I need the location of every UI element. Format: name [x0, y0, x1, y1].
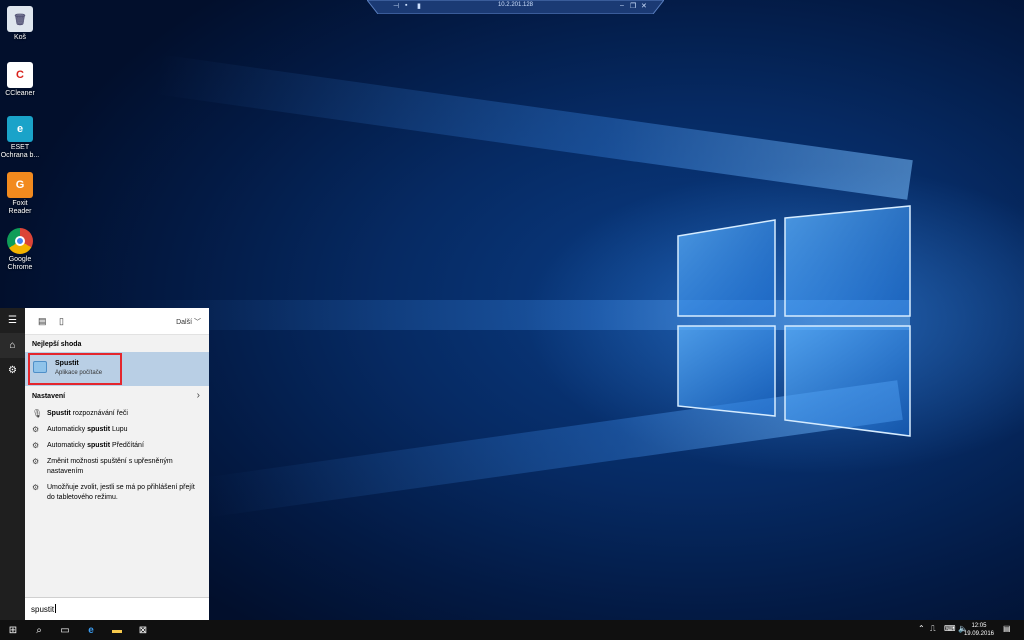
settings-result-item[interactable]: 🎙 Spustit rozpoznávání řeči [25, 406, 209, 422]
home-icon[interactable]: ⌂ [0, 333, 25, 358]
store-bag-icon: ⊠ [138, 624, 148, 636]
eset-icon: e [7, 116, 33, 142]
task-view-button[interactable]: ▭ [52, 620, 78, 640]
folder-icon: ▬ [112, 624, 122, 636]
item-text-bold: Spustit [47, 410, 71, 417]
microphone-icon: 🎙 [32, 409, 43, 418]
search-input[interactable]: spustit [25, 597, 209, 620]
hamburger-menu-icon[interactable]: ☰ [0, 308, 25, 333]
item-text-after: Předčítání [110, 442, 144, 449]
item-text-bold: spustit [87, 426, 111, 433]
gear-icon: ⚙ [32, 425, 40, 434]
settings-result-item[interactable]: ⚙ Umožňuje zvolit, jestli se má po přihl… [25, 480, 209, 506]
item-text: Změnit možnosti spuštění s upřesněným na… [47, 458, 173, 475]
windows-start-icon: ⊞ [8, 624, 18, 636]
start-button[interactable]: ⊞ [0, 620, 26, 640]
foxit-icon: G [7, 172, 33, 198]
item-text-before: Automaticky [47, 442, 88, 449]
chrome-icon [7, 228, 33, 254]
documents-filter-icon[interactable]: ▯ [59, 316, 64, 327]
restore-icon[interactable]: ❐ [630, 2, 636, 10]
minimize-icon[interactable]: – [620, 2, 624, 9]
gear-icon: ⚙ [32, 483, 40, 492]
text-caret [55, 604, 57, 613]
network-icon[interactable]: ⎍ [930, 624, 936, 634]
edge-button[interactable]: e [78, 620, 104, 640]
item-text: Umožňuje zvolit, jestli se má po přihláš… [47, 484, 195, 501]
best-match-result[interactable]: Spustit Aplikace počítače [25, 352, 209, 386]
chevron-down-icon: ﹀ [194, 319, 201, 326]
start-left-rail: ☰ ⌂ ⚙ [0, 308, 25, 620]
apps-filter-icon[interactable]: ▤ [38, 316, 47, 327]
desktop-icon-label: Google Chrome [7, 256, 33, 271]
search-filter-bar: ▤ ▯ Další ﹀ [25, 308, 209, 335]
recycle-bin-icon: 🗑 [7, 6, 33, 32]
ccleaner-icon: C [7, 62, 33, 88]
desktop-icon-ccleaner[interactable]: C CCleaner [0, 62, 40, 98]
file-explorer-button[interactable]: ▬ [104, 620, 130, 640]
best-match-subtitle: Aplikace počítače [55, 370, 103, 376]
taskbar: ⊞ ⌕ ▭ e ▬ ⊠ ⌃ ⎍ ⌨ 🔈 12:05 19.09.2016 ▤ [0, 620, 1024, 640]
gear-icon: ⚙ [32, 457, 40, 466]
desktop-icon-eset[interactable]: e ESET Ochrana b... [0, 116, 40, 160]
best-match-header: Nejlepší shoda [32, 341, 82, 348]
run-app-icon [33, 361, 47, 373]
settings-header-label: Nastavení [32, 393, 66, 400]
chevron-right-icon: › [196, 390, 200, 401]
system-clock[interactable]: 12:05 19.09.2016 [964, 622, 994, 638]
edge-icon: e [88, 624, 94, 636]
search-results-panel: ▤ ▯ Další ﹀ Nejlepší shoda Spustit Aplik… [25, 308, 209, 620]
task-view-icon: ▭ [60, 624, 70, 636]
windows-logo-wallpaper [677, 205, 911, 437]
best-match-title: Spustit [55, 360, 79, 367]
search-button[interactable]: ⌕ [26, 620, 52, 640]
keyboard-icon[interactable]: ⌨ [944, 624, 956, 633]
item-text-bold: spustit [87, 442, 111, 449]
item-text-after: rozpoznávání řeči [70, 410, 128, 417]
gear-icon: ⚙ [32, 441, 40, 450]
store-button[interactable]: ⊠ [130, 620, 156, 640]
light-beam [154, 54, 913, 200]
action-center-icon[interactable]: ▤ [1003, 624, 1011, 633]
desktop-icon-chrome[interactable]: Google Chrome [0, 228, 40, 272]
more-filters-label: Další [176, 319, 193, 326]
desktop-icon-label: CCleaner [5, 90, 35, 97]
rdp-connection-bar: ⊣ ▪ ▮ 10.2.201.128 – ❐ ✕ [367, 0, 664, 14]
more-filters-button[interactable]: Další ﹀ [176, 317, 201, 327]
search-query-text: spustit [31, 605, 55, 614]
gear-icon[interactable]: ⚙ [0, 358, 25, 383]
clock-date: 19.09.2016 [963, 631, 994, 637]
desktop-icon-foxit[interactable]: G Foxit Reader [0, 172, 40, 216]
settings-result-item[interactable]: ⚙ Automaticky spustit Lupu [25, 422, 209, 438]
settings-result-item[interactable]: ⚙ Automaticky spustit Předčítání [25, 438, 209, 454]
desktop-icon-label: Koš [13, 34, 27, 41]
item-text-after: Lupu [110, 426, 128, 433]
desktop-icon-label: ESET Ochrana b... [0, 144, 40, 159]
search-icon: ⌕ [36, 624, 42, 636]
item-text-before: Automaticky [47, 426, 88, 433]
settings-result-item[interactable]: ⚙ Změnit možnosti spuštění s upřesněným … [25, 454, 209, 480]
clock-time: 12:05 [971, 623, 987, 629]
chevron-up-icon[interactable]: ⌃ [918, 624, 925, 633]
desktop-icon-recycle-bin[interactable]: 🗑 Koš [0, 6, 40, 42]
close-icon[interactable]: ✕ [641, 2, 647, 10]
desktop-icon-label: Foxit Reader [8, 200, 32, 215]
settings-section-header[interactable]: Nastavení › [25, 386, 209, 406]
